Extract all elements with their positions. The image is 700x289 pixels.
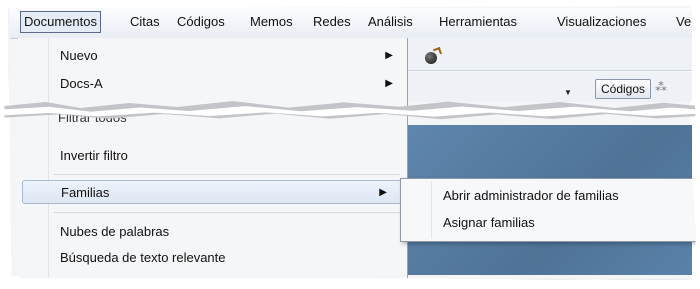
screenshot-stage: Documentos Citas Códigos Memos Redes Aná… <box>0 0 700 289</box>
menu-herramientas[interactable]: Herramientas <box>436 13 520 31</box>
menu-analisis[interactable]: Análisis <box>365 13 416 31</box>
menu-memos[interactable]: Memos <box>247 13 296 31</box>
menu-bar: Documentos Citas Códigos Memos Redes Aná… <box>10 8 692 39</box>
menu-item-familias[interactable]: Familias ▶ <box>22 180 402 204</box>
menu-separator <box>54 212 400 213</box>
menu-item-label: Docs-A <box>60 76 103 91</box>
menu-item-label: Nuevo <box>60 48 98 63</box>
menu-item-busqueda-texto-relevante[interactable]: Búsqueda de texto relevante <box>18 246 407 270</box>
toolbar-overflow-icon[interactable]: ⁂ <box>655 80 667 94</box>
menu-redes[interactable]: Redes <box>310 13 354 31</box>
menu-item-label: Nubes de palabras <box>60 224 170 239</box>
menu-separator <box>54 174 400 175</box>
documentos-dropdown-menu: Nuevo ▶ Docs-A ▶ Invertir filtro Familia… <box>18 38 408 278</box>
menu-documentos[interactable]: Documentos <box>20 11 101 33</box>
menu-item-label: Familias <box>61 185 110 200</box>
main-toolbar <box>407 38 692 71</box>
codigos-button[interactable]: Códigos <box>595 79 652 99</box>
submenu-arrow-icon: ▶ <box>385 78 393 89</box>
menu-item-docs-a[interactable]: Docs-A ▶ <box>18 72 407 96</box>
menu-item-label: Invertir filtro <box>60 148 128 163</box>
submenu-item-asignar-familias[interactable]: Asignar familias <box>443 212 535 234</box>
combo-dropdown-arrow-icon[interactable]: ▼ <box>564 88 572 97</box>
bomb-icon[interactable] <box>425 52 437 64</box>
menu-visualizaciones[interactable]: Visualizaciones <box>554 13 649 31</box>
submenu-arrow-icon: ▶ <box>379 187 387 198</box>
submenu-item-abrir-administrador[interactable]: Abrir administrador de familias <box>443 185 619 207</box>
menu-ver-truncated[interactable]: Ve <box>673 13 694 31</box>
menu-item-nuevo[interactable]: Nuevo ▶ <box>18 44 407 68</box>
menu-item-label: Búsqueda de texto relevante <box>60 250 226 265</box>
menu-codigos[interactable]: Códigos <box>174 13 228 31</box>
familias-submenu: Abrir administrador de familias Asignar … <box>400 178 698 242</box>
menu-item-nubes-de-palabras[interactable]: Nubes de palabras <box>18 220 407 244</box>
menu-item-invertir-filtro[interactable]: Invertir filtro <box>18 144 407 168</box>
submenu-arrow-icon: ▶ <box>385 50 393 61</box>
menu-citas[interactable]: Citas <box>127 13 163 31</box>
